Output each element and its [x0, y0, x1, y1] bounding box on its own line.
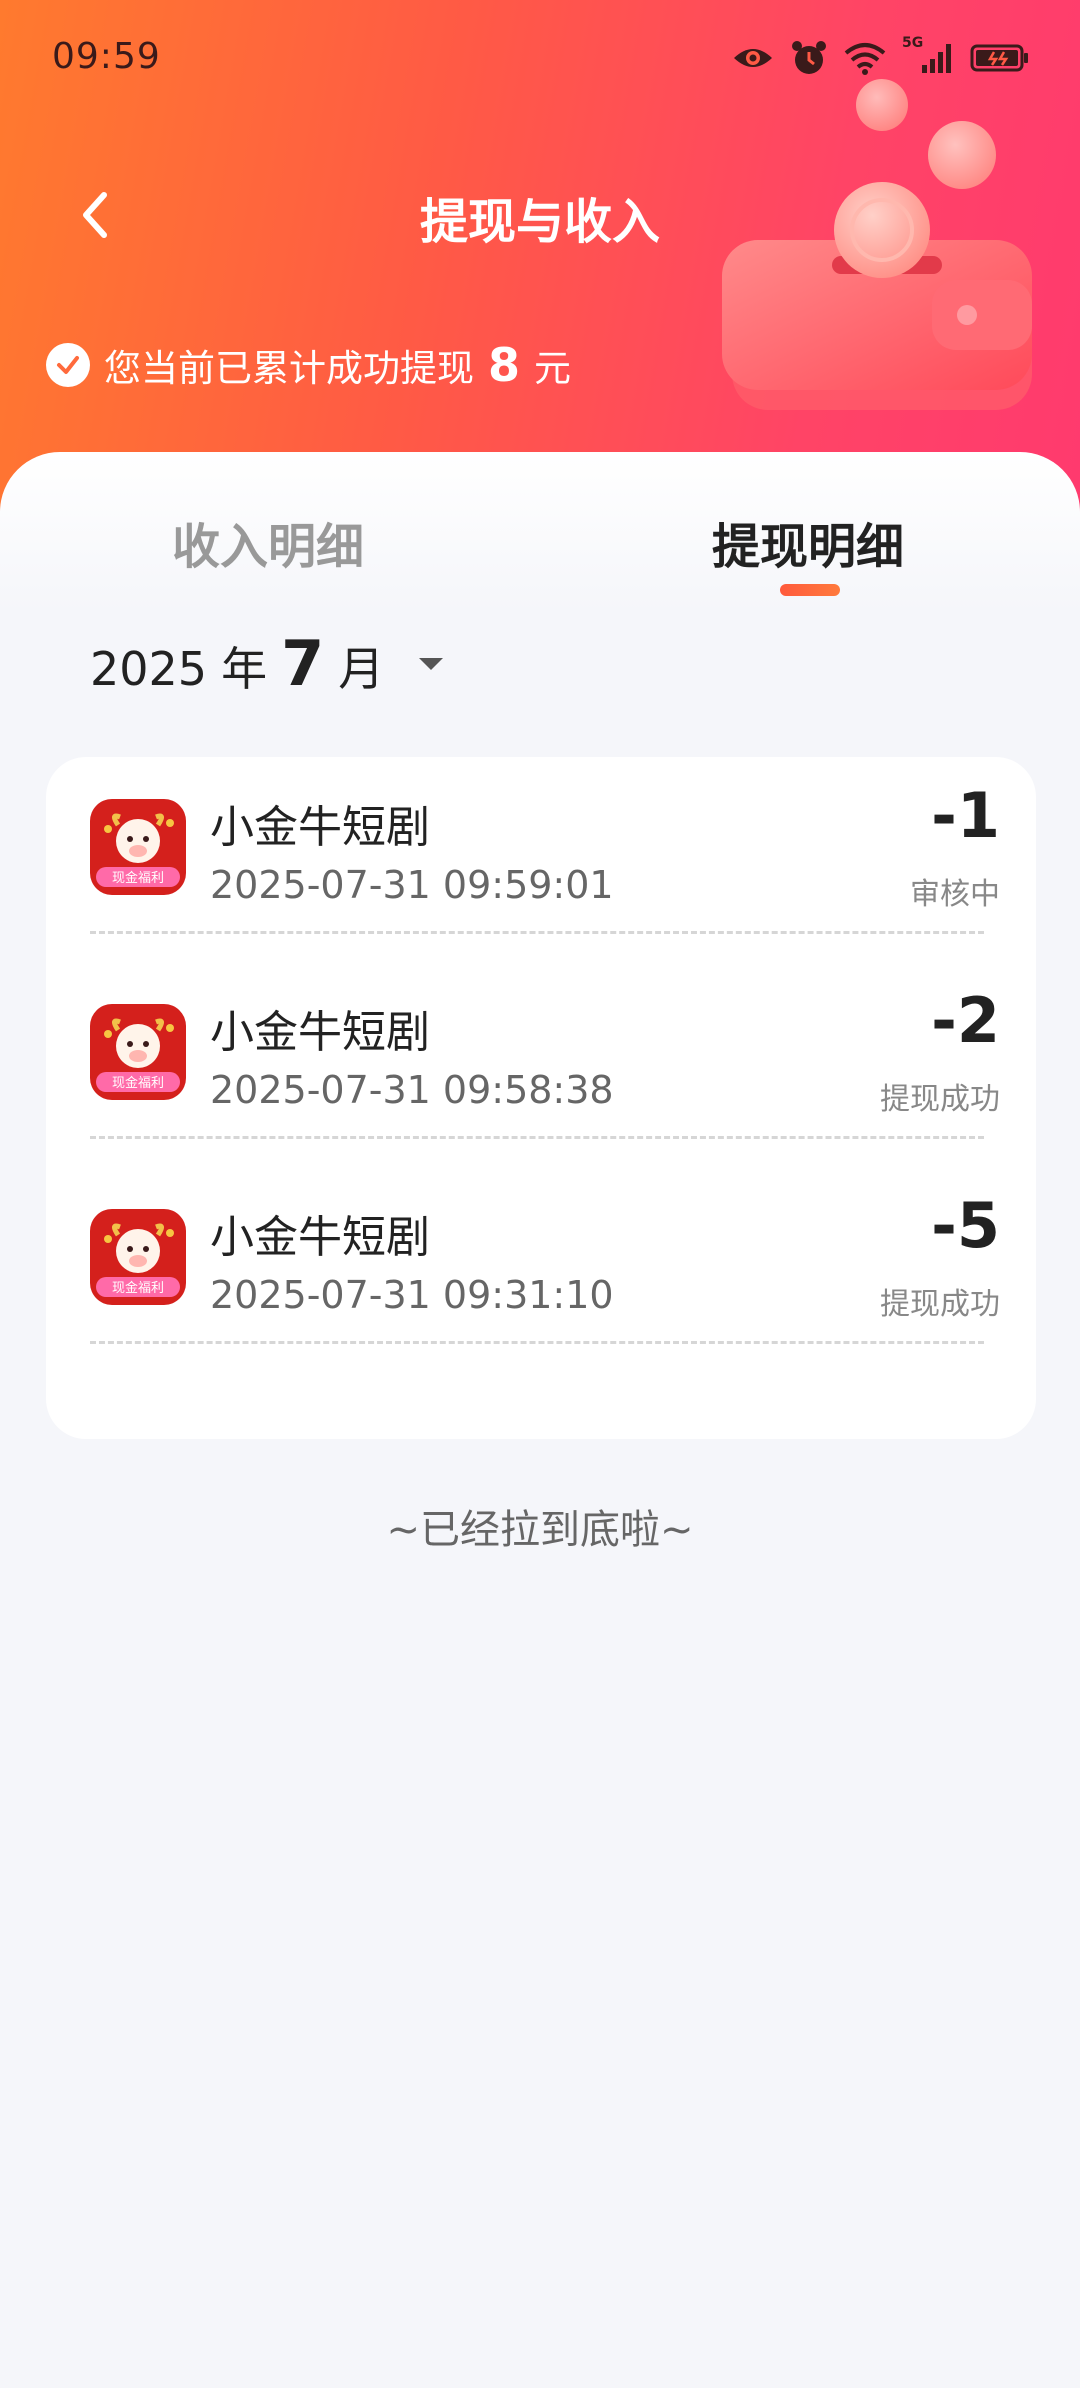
tab-active-indicator	[780, 584, 840, 596]
withdraw-summary: 您当前已累计成功提现 8 元	[46, 338, 571, 392]
app-icon-badge: 现金福利	[112, 1280, 164, 1296]
row-divider	[90, 1341, 984, 1344]
month-selector-month: 7	[281, 627, 325, 700]
cellular-signal-icon: 5G	[902, 35, 954, 75]
tab-withdraw-detail[interactable]: 提现明细	[712, 507, 904, 577]
record-amount: -5	[931, 1189, 1000, 1262]
month-selector-year: 2025	[90, 642, 208, 696]
record-time: 2025-07-31 09:59:01	[210, 863, 614, 907]
check-circle-icon	[46, 343, 90, 387]
tab-income-detail[interactable]: 收入明细	[172, 507, 364, 577]
row-divider	[90, 931, 984, 934]
record-time: 2025-07-31 09:31:10	[210, 1273, 614, 1317]
record-time: 2025-07-31 09:58:38	[210, 1068, 614, 1112]
record-amount: -1	[931, 779, 1000, 852]
record-app-name: 小金牛短剧	[210, 1212, 430, 1263]
header-banner: 09:59 5G 提现与收入 您当前已累计成功提现 8 元	[0, 0, 1080, 520]
app-icon: 现金福利	[90, 799, 186, 895]
month-selector[interactable]: 2025 年 7 月	[90, 627, 444, 700]
record-status: 提现成功	[880, 1082, 1000, 1117]
list-item[interactable]: 现金福利 小金牛短剧 2025-07-31 09:58:38 -2 提现成功	[46, 962, 1036, 1167]
list-item[interactable]: 现金福利 小金牛短剧 2025-07-31 09:59:01 -1 审核中	[46, 757, 1036, 962]
status-time: 09:59	[52, 36, 161, 77]
summary-amount: 8	[488, 338, 521, 392]
end-of-list-note: ~已经拉到底啦~	[386, 1507, 694, 1553]
status-bar: 09:59 5G	[0, 0, 1080, 120]
battery-icon	[970, 44, 1028, 72]
alarm-icon	[792, 41, 826, 74]
app-icon-badge: 现金福利	[112, 1075, 164, 1091]
content-panel: 收入明细 提现明细 2025 年 7 月 现金福利 小金牛短剧 2025-07-…	[0, 452, 1080, 2388]
record-amount: -2	[931, 984, 1000, 1057]
record-app-name: 小金牛短剧	[210, 802, 430, 853]
row-divider	[90, 1136, 984, 1139]
eye-icon	[734, 49, 772, 67]
app-icon: 现金福利	[90, 1209, 186, 1305]
page-title: 提现与收入	[419, 194, 660, 250]
month-selector-year-unit: 年	[221, 642, 268, 696]
summary-text: 您当前已累计成功提现	[104, 347, 474, 390]
withdraw-record-list: 现金福利 小金牛短剧 2025-07-31 09:59:01 -1 审核中 现金…	[46, 757, 1036, 1439]
record-status: 审核中	[910, 877, 1000, 912]
record-status: 提现成功	[880, 1287, 1000, 1322]
caret-down-icon	[419, 657, 444, 670]
record-app-name: 小金牛短剧	[210, 1007, 430, 1058]
app-icon-badge: 现金福利	[112, 870, 164, 886]
status-icons: 5G	[732, 35, 1030, 78]
app-icon: 现金福利	[90, 1004, 186, 1100]
wifi-icon	[844, 43, 886, 75]
summary-unit: 元	[534, 347, 572, 390]
list-item[interactable]: 现金福利 小金牛短剧 2025-07-31 09:31:10 -5 提现成功	[46, 1167, 1036, 1372]
month-selector-month-unit: 月	[338, 642, 385, 696]
